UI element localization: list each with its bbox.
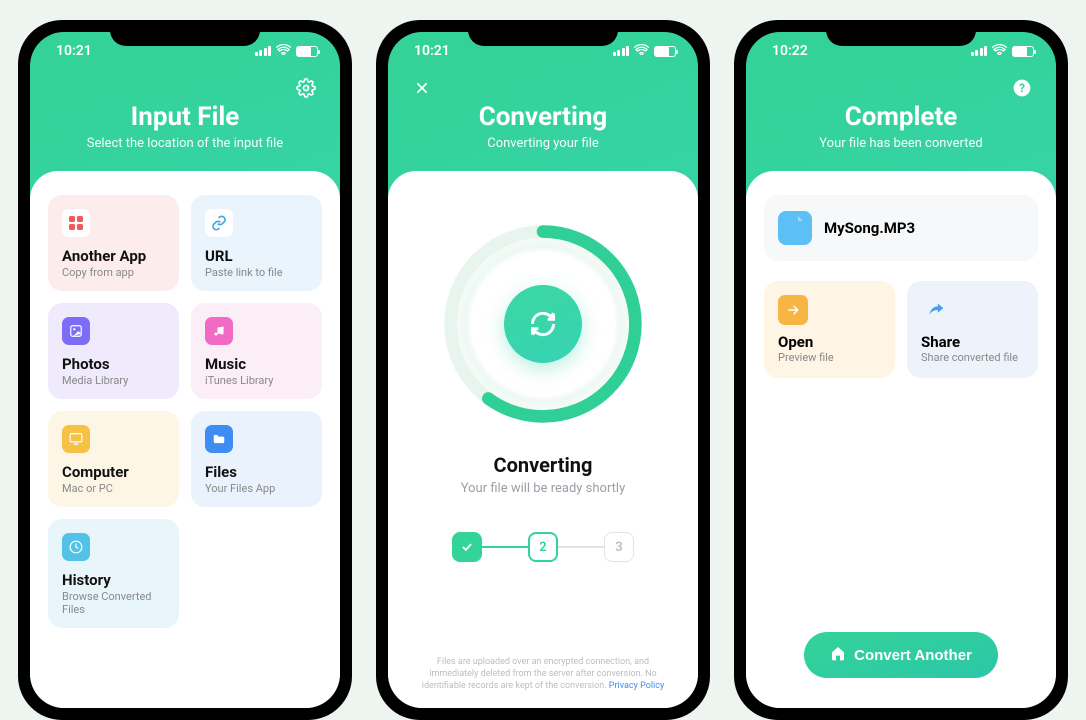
- cellular-icon: [255, 46, 272, 56]
- status-time: 10:22: [772, 43, 808, 59]
- file-result-row[interactable]: MySong.MP3: [764, 195, 1038, 261]
- link-icon: [205, 209, 233, 237]
- action-sub: Share converted file: [921, 351, 1024, 364]
- settings-icon[interactable]: [292, 74, 320, 102]
- tile-photos[interactable]: Photos Media Library: [48, 303, 179, 399]
- tile-sub: Your Files App: [205, 482, 308, 495]
- tile-sub: Mac or PC: [62, 482, 165, 495]
- tile-title: Files: [205, 463, 308, 481]
- tile-title: Music: [205, 355, 308, 373]
- tile-sub: Paste link to file: [205, 266, 308, 279]
- page-subtitle: Select the location of the input file: [50, 136, 320, 151]
- wifi-icon: [992, 44, 1007, 58]
- wifi-icon: [634, 44, 649, 58]
- notch: [110, 20, 260, 46]
- tile-title: URL: [205, 247, 308, 265]
- battery-icon: [654, 46, 676, 57]
- tile-title: Another App: [62, 247, 165, 265]
- help-icon[interactable]: ?: [1008, 74, 1036, 102]
- tile-files[interactable]: Files Your Files App: [191, 411, 322, 507]
- tile-sub: iTunes Library: [205, 374, 308, 387]
- action-title: Share: [921, 333, 1024, 351]
- file-type-icon: [778, 211, 812, 245]
- action-share[interactable]: Share Share converted file: [907, 281, 1038, 378]
- action-sub: Preview file: [778, 351, 881, 364]
- phone-screen-complete: 10:22 ? Complete Your file has been conv…: [734, 20, 1068, 720]
- battery-icon: [296, 46, 318, 57]
- header: Input File Select the location of the in…: [30, 102, 340, 171]
- tile-sub: Media Library: [62, 374, 165, 387]
- tile-sub: Browse Converted Files: [62, 590, 165, 616]
- status-time: 10:21: [56, 43, 92, 59]
- sync-icon: [504, 285, 582, 363]
- notch: [826, 20, 976, 46]
- tile-music[interactable]: Music iTunes Library: [191, 303, 322, 399]
- progress-ring: [438, 219, 648, 429]
- step-3-pending: 3: [604, 532, 634, 562]
- share-icon: [921, 295, 951, 325]
- cellular-icon: [613, 46, 630, 56]
- wifi-icon: [276, 44, 291, 58]
- header: Complete Your file has been converted: [746, 102, 1056, 171]
- tile-computer[interactable]: Computer Mac or PC: [48, 411, 179, 507]
- tile-title: History: [62, 571, 165, 589]
- notch: [468, 20, 618, 46]
- step-2-active: 2: [528, 532, 558, 562]
- photos-icon: [62, 317, 90, 345]
- page-title: Input File: [50, 102, 320, 132]
- page-title: Converting: [408, 102, 678, 132]
- history-icon: [62, 533, 90, 561]
- tile-title: Photos: [62, 355, 165, 373]
- phone-screen-converting: 10:21 Converting Converting your file: [376, 20, 710, 720]
- page-subtitle: Your file has been converted: [766, 136, 1036, 151]
- disclaimer-text: Files are uploaded over an encrypted con…: [406, 642, 680, 698]
- apps-grid-icon: [62, 209, 90, 237]
- page-title: Complete: [766, 102, 1036, 132]
- action-open[interactable]: Open Preview file: [764, 281, 895, 378]
- tile-url[interactable]: URL Paste link to file: [191, 195, 322, 291]
- tile-title: Computer: [62, 463, 165, 481]
- svg-text:?: ?: [1019, 81, 1025, 95]
- cta-label: Convert Another: [854, 647, 972, 664]
- step-segment: [558, 546, 604, 548]
- home-icon: [830, 645, 846, 665]
- close-icon[interactable]: [408, 74, 436, 102]
- tile-history[interactable]: History Browse Converted Files: [48, 519, 179, 628]
- folder-icon: [205, 425, 233, 453]
- step-segment: [482, 546, 528, 548]
- battery-icon: [1012, 46, 1034, 57]
- tile-sub: Copy from app: [62, 266, 165, 279]
- tile-another-app[interactable]: Another App Copy from app: [48, 195, 179, 291]
- step-indicator: 2 3: [452, 532, 634, 562]
- action-title: Open: [778, 333, 881, 351]
- page-subtitle: Converting your file: [408, 136, 678, 151]
- computer-icon: [62, 425, 90, 453]
- phone-screen-input: 10:21 Input File Select the location of …: [18, 20, 352, 720]
- convert-another-button[interactable]: Convert Another: [804, 632, 998, 678]
- progress-sub: Your file will be ready shortly: [461, 481, 626, 496]
- privacy-policy-link[interactable]: Privacy Policy: [609, 681, 664, 691]
- music-icon: [205, 317, 233, 345]
- step-1-done: [452, 532, 482, 562]
- header: Converting Converting your file: [388, 102, 698, 171]
- cellular-icon: [971, 46, 988, 56]
- open-icon: [778, 295, 808, 325]
- progress-title: Converting: [461, 453, 626, 477]
- status-time: 10:21: [414, 43, 450, 59]
- file-name: MySong.MP3: [824, 219, 915, 237]
